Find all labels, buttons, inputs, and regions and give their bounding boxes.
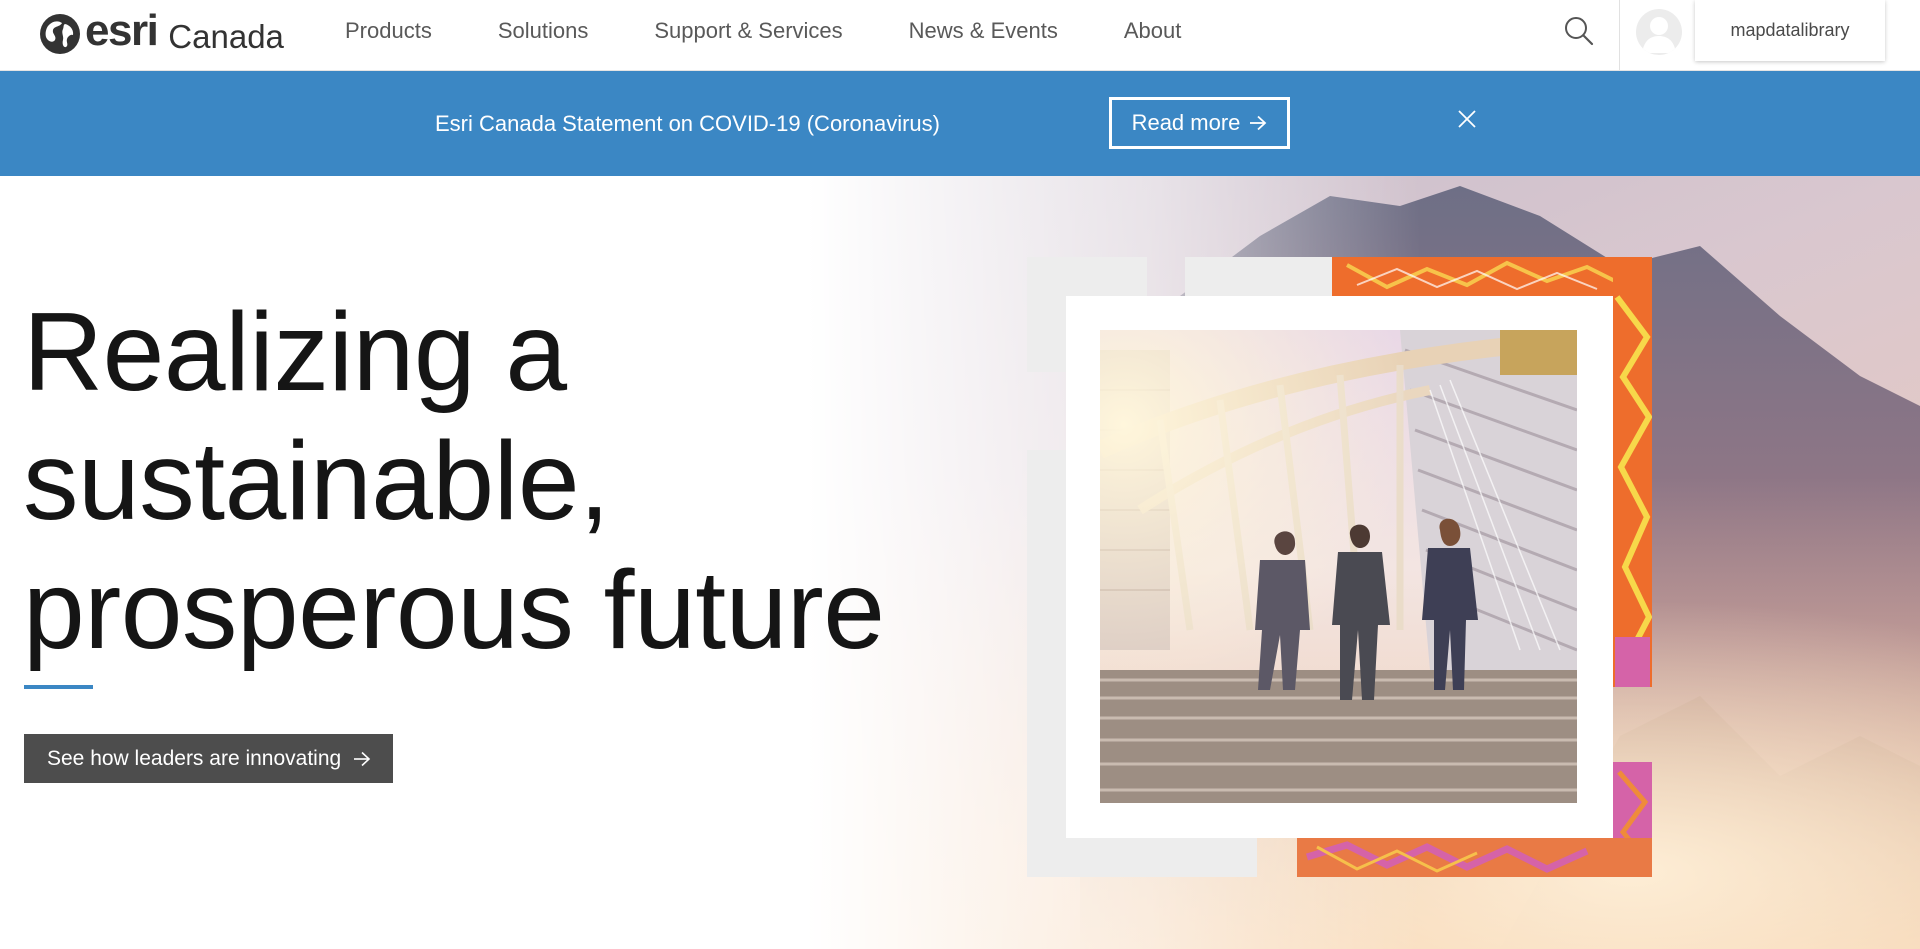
arrow-right-icon bbox=[1250, 115, 1267, 131]
nav-products[interactable]: Products bbox=[345, 18, 432, 44]
banner-text: Esri Canada Statement on COVID-19 (Coron… bbox=[435, 111, 940, 136]
read-more-label: Read more bbox=[1131, 110, 1241, 135]
read-more-button[interactable]: Read more bbox=[1109, 97, 1290, 149]
globe-icon bbox=[40, 14, 80, 54]
covid-announcement-banner: Esri Canada Statement on COVID-19 (Coron… bbox=[0, 71, 1920, 176]
logo-region: Canada bbox=[168, 18, 284, 55]
user-menu-button[interactable]: mapdatalibrary bbox=[1695, 0, 1885, 61]
accent-underline bbox=[24, 685, 93, 689]
search-icon[interactable] bbox=[1563, 15, 1595, 47]
logo-wordmark: esri bbox=[85, 6, 159, 55]
esri-canada-logo[interactable]: esri Canada bbox=[38, 8, 284, 60]
hero-headline: Realizing a sustainable, prosperous futu… bbox=[23, 288, 903, 675]
top-navigation: esri Canada Products Solutions Support &… bbox=[0, 0, 1920, 71]
nav-about[interactable]: About bbox=[1124, 18, 1182, 44]
user-silhouette-icon bbox=[1642, 17, 1676, 53]
nav-divider bbox=[1619, 0, 1620, 70]
hero-headline-line-2: sustainable, bbox=[23, 419, 610, 543]
nav-support-services[interactable]: Support & Services bbox=[654, 18, 842, 44]
nav-solutions[interactable]: Solutions bbox=[498, 18, 589, 44]
user-avatar[interactable] bbox=[1636, 9, 1682, 55]
nav-news-events[interactable]: News & Events bbox=[909, 18, 1058, 44]
cta-label: See how leaders are innovating bbox=[47, 746, 342, 770]
leaders-innovating-button[interactable]: See how leaders are innovating bbox=[24, 734, 393, 783]
people-on-stairs-photo bbox=[1100, 330, 1577, 803]
close-icon[interactable] bbox=[1456, 108, 1478, 130]
arrow-right-icon bbox=[354, 751, 371, 766]
primary-nav: Products Solutions Support & Services Ne… bbox=[345, 0, 1247, 62]
hero-headline-line-1: Realizing a bbox=[23, 290, 567, 414]
hero-headline-line-3: prosperous future bbox=[23, 548, 885, 672]
